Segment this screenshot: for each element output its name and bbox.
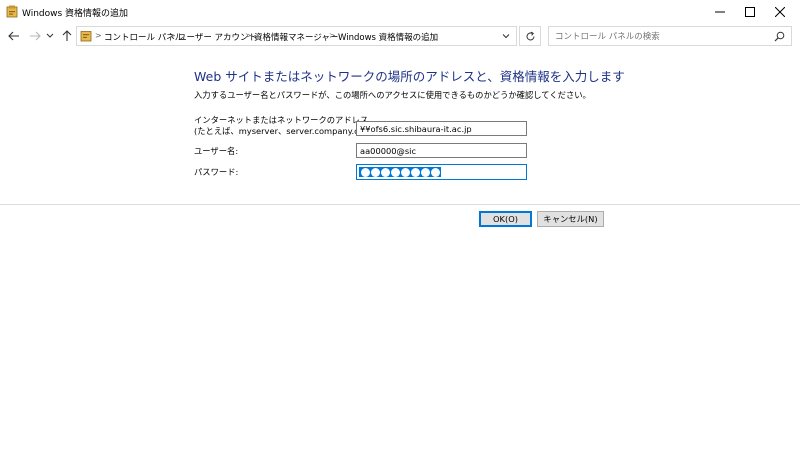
search-box[interactable]: [548, 26, 792, 46]
credential-manager-icon: [6, 5, 18, 18]
minimize-button[interactable]: [704, 0, 736, 24]
minimize-icon: [715, 11, 725, 13]
breadcrumb-separator: >: [95, 31, 102, 40]
refresh-icon: [526, 31, 534, 40]
control-panel-icon: [80, 31, 92, 42]
password-label: パスワード:: [194, 167, 239, 177]
address-field[interactable]: [356, 121, 527, 136]
breadcrumb-add-windows-credential[interactable]: Windows 資格情報の追加: [338, 31, 438, 43]
page-description: 入力するユーザー名とパスワードが、この場所へのアクセスに使用できるものかどうか確…: [194, 90, 591, 100]
forward-arrow-icon: [30, 31, 41, 41]
up-button[interactable]: [58, 28, 76, 44]
breadcrumb-separator: >: [169, 31, 176, 40]
address-dropdown-icon[interactable]: [500, 30, 512, 42]
cancel-button[interactable]: キャンセル(N): [537, 211, 604, 227]
back-button[interactable]: [5, 28, 23, 44]
window-title: Windows 資格情報の追加: [22, 9, 129, 19]
close-button[interactable]: [764, 0, 796, 24]
password-dot: [370, 167, 380, 177]
maximize-button[interactable]: [734, 0, 766, 24]
maximize-icon: [745, 7, 755, 17]
password-dot: [380, 167, 390, 177]
page-heading: Web サイトまたはネットワークの場所のアドレスと、資格情報を入力します: [194, 69, 625, 84]
refresh-button[interactable]: [519, 26, 541, 46]
password-dot: [360, 167, 370, 177]
back-arrow-icon: [8, 31, 19, 41]
forward-button[interactable]: [26, 28, 44, 44]
password-field[interactable]: [356, 164, 527, 180]
username-label: ユーザー名:: [194, 146, 239, 156]
ok-button[interactable]: OK(O): [479, 211, 532, 227]
password-dot: [430, 167, 440, 177]
password-dot: [400, 167, 410, 177]
password-dot: [390, 167, 400, 177]
search-input[interactable]: [555, 30, 765, 43]
search-icon[interactable]: [774, 31, 785, 42]
close-icon: [775, 7, 785, 17]
username-field[interactable]: [356, 143, 527, 158]
password-mask-selection: [359, 167, 441, 177]
breadcrumb-separator: >: [329, 31, 336, 40]
footer-divider: [0, 204, 800, 205]
breadcrumb-separator: >: [245, 31, 252, 40]
address-label-line2: (たとえば、myserver、server.company.com):: [194, 126, 378, 136]
chevron-down-icon: [46, 33, 54, 38]
recent-locations-button[interactable]: [44, 28, 56, 44]
breadcrumb-credential-manager[interactable]: 資格情報マネージャー: [254, 31, 338, 43]
password-dot: [410, 167, 420, 177]
up-arrow-icon: [62, 30, 72, 41]
password-dot: [420, 167, 430, 177]
